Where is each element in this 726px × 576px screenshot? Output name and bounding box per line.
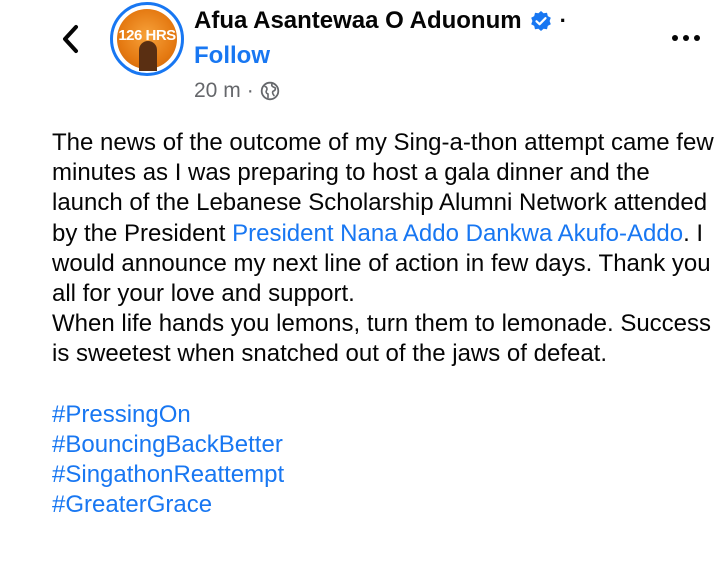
post-paragraph-1: The news of the outcome of my Sing-a-tho… bbox=[52, 128, 722, 309]
hashtag-list: #PressingOn #BouncingBackBetter #Singath… bbox=[52, 400, 722, 521]
chevron-left-icon[interactable] bbox=[56, 22, 86, 56]
globe-icon[interactable] bbox=[260, 81, 280, 101]
avatar[interactable]: 126 HRS bbox=[110, 2, 184, 76]
post-time[interactable]: 20 m bbox=[194, 79, 241, 103]
post-body: The news of the outcome of my Sing-a-tho… bbox=[52, 128, 722, 521]
hashtag-link[interactable]: #SingathonReattempt bbox=[52, 460, 722, 490]
post-header: 126 HRS Afua Asantewaa O Aduonum · Follo… bbox=[0, 0, 726, 112]
verified-badge-icon bbox=[530, 11, 551, 31]
hashtag-link[interactable]: #BouncingBackBetter bbox=[52, 430, 722, 460]
more-horizontal-icon[interactable] bbox=[670, 28, 704, 48]
avatar-image: 126 HRS bbox=[117, 9, 177, 71]
author-row: Afua Asantewaa O Aduonum · bbox=[194, 4, 567, 38]
post-meta: 20 m · bbox=[194, 79, 280, 103]
post-paragraph-2: When life hands you lemons, turn them to… bbox=[52, 310, 712, 368]
meta-separator: · bbox=[246, 79, 254, 102]
mention-link[interactable]: President Nana Addo Dankwa Akufo-Addo bbox=[232, 220, 683, 247]
follow-button[interactable]: Follow bbox=[194, 42, 270, 70]
avatar-person-figure bbox=[139, 41, 157, 71]
separator-dot: · bbox=[559, 8, 567, 33]
hashtag-link[interactable]: #PressingOn bbox=[52, 400, 722, 430]
hashtag-link[interactable]: #GreaterGrace bbox=[52, 490, 722, 520]
author-name[interactable]: Afua Asantewaa O Aduonum bbox=[194, 7, 522, 35]
